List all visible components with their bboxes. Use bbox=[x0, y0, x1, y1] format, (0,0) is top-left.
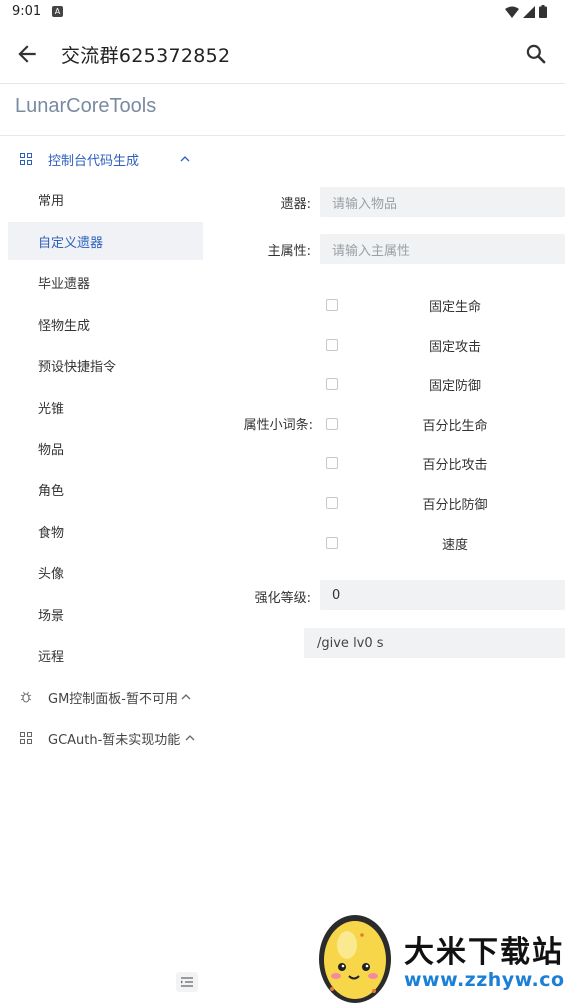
menu-group-label: GM控制面板-暂不可用 bbox=[48, 691, 178, 707]
substat-option[interactable]: 固定生命 bbox=[326, 294, 565, 316]
checkbox-label: 百分比生命 bbox=[422, 418, 488, 434]
page-title: 交流群625372852 bbox=[61, 45, 231, 67]
sidebar-item-scene[interactable]: 场景 bbox=[8, 595, 203, 633]
status-time: 9:01 bbox=[12, 4, 42, 19]
substat-option[interactable]: 百分比生命 bbox=[326, 413, 565, 435]
checkbox-label: 百分比攻击 bbox=[422, 457, 488, 473]
menu-group-label: GCAuth-暂未实现功能 bbox=[48, 732, 181, 748]
brand-logo-text: LunarCoreTools bbox=[15, 95, 157, 117]
wifi-icon bbox=[505, 6, 519, 18]
main-stat-input[interactable]: 请输入主属性 bbox=[320, 234, 565, 264]
signal-icon bbox=[523, 5, 535, 18]
substat-option[interactable]: 固定攻击 bbox=[326, 334, 565, 356]
substat-option[interactable]: 速度 bbox=[326, 532, 565, 554]
relic-input[interactable]: 请输入物品 bbox=[320, 187, 565, 217]
sidebar-item-food[interactable]: 食物 bbox=[8, 512, 203, 550]
menu-group-gcauth[interactable]: GCAuth-暂未实现功能 bbox=[8, 718, 203, 758]
egg-mascot-icon bbox=[319, 915, 391, 1003]
substats-label: 属性小词条: bbox=[243, 418, 313, 433]
substat-option[interactable]: 百分比攻击 bbox=[326, 452, 565, 474]
checkbox-label: 百分比防御 bbox=[422, 497, 488, 513]
menu-group-label: 控制台代码生成 bbox=[48, 153, 140, 169]
substat-option[interactable]: 百分比防御 bbox=[326, 492, 565, 514]
menu-group-console-codegen[interactable]: 控制台代码生成 bbox=[8, 139, 203, 179]
main-stat-label: 主属性: bbox=[267, 244, 311, 259]
chevron-up-icon bbox=[181, 694, 191, 700]
back-arrow-icon bbox=[18, 45, 36, 63]
sidebar-item-common[interactable]: 常用 bbox=[8, 180, 203, 218]
grid-icon bbox=[20, 732, 32, 744]
app-bar: 交流群625372852 bbox=[0, 24, 565, 84]
checkbox-label: 固定生命 bbox=[428, 299, 481, 315]
sidebar-item-remote[interactable]: 远程 bbox=[8, 636, 203, 674]
menu-fold-icon bbox=[181, 977, 193, 987]
watermark-url: www.zzhyw.com bbox=[404, 969, 565, 991]
notification-badge: A bbox=[52, 6, 63, 17]
status-bar: 9:01 A bbox=[0, 0, 565, 24]
sidebar-item-graduate-relic[interactable]: 毕业遗器 bbox=[8, 263, 203, 301]
sidebar-item-monster-spawn[interactable]: 怪物生成 bbox=[8, 305, 203, 343]
menu-group-gm-panel[interactable]: GM控制面板-暂不可用 bbox=[8, 677, 203, 717]
sidebar-item-characters[interactable]: 角色 bbox=[8, 470, 203, 508]
chevron-up-icon bbox=[180, 156, 190, 162]
level-input[interactable]: 0 bbox=[320, 580, 565, 610]
status-icons bbox=[505, 5, 547, 18]
command-output[interactable]: /give lv0 s bbox=[304, 628, 565, 658]
watermark: 大米下载站 www.zzhyw.com bbox=[312, 905, 565, 1004]
grid-icon bbox=[20, 153, 32, 165]
search-icon bbox=[526, 44, 546, 64]
level-label: 强化等级: bbox=[254, 591, 311, 606]
sidebar-item-light-cone[interactable]: 光锥 bbox=[8, 388, 203, 426]
search-button[interactable] bbox=[523, 41, 549, 67]
sidebar-item-items[interactable]: 物品 bbox=[8, 429, 203, 467]
substat-option[interactable]: 固定防御 bbox=[326, 373, 565, 395]
checkbox-label: 固定攻击 bbox=[428, 339, 481, 355]
checkbox-label: 速度 bbox=[441, 537, 468, 553]
back-button[interactable] bbox=[14, 41, 40, 67]
collapse-sidebar-button[interactable] bbox=[176, 972, 198, 992]
relic-label: 遗器: bbox=[280, 197, 311, 212]
chevron-up-icon bbox=[185, 735, 195, 741]
sidebar-item-preset-commands[interactable]: 预设快捷指令 bbox=[8, 346, 203, 384]
checkbox-label: 固定防御 bbox=[428, 378, 481, 394]
battery-icon bbox=[539, 5, 547, 18]
bug-icon bbox=[20, 691, 32, 703]
divider bbox=[0, 135, 565, 136]
sidebar-item-custom-relic[interactable]: 自定义遗器 bbox=[8, 222, 203, 260]
watermark-title: 大米下载站 bbox=[404, 935, 564, 970]
sidebar-item-avatar[interactable]: 头像 bbox=[8, 553, 203, 591]
